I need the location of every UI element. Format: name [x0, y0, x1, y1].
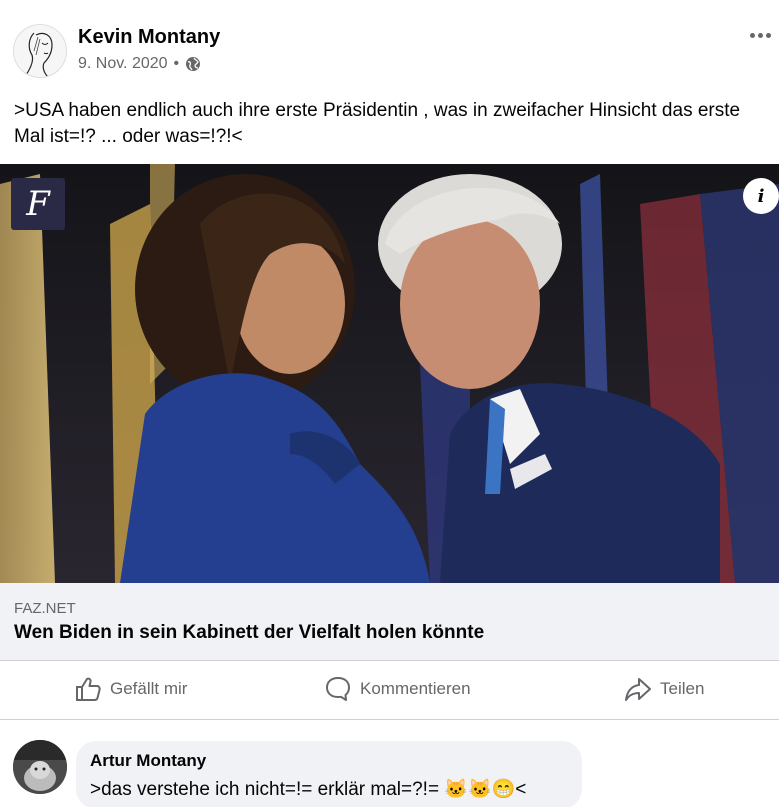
comment-label: Kommentieren [360, 679, 471, 698]
commenter-avatar-photo [13, 740, 67, 794]
share-button[interactable]: Teilen [624, 675, 704, 703]
author-avatar[interactable] [13, 24, 67, 78]
share-icon [625, 678, 651, 701]
like-button[interactable]: Gefällt mir [74, 675, 187, 703]
post-image[interactable] [0, 164, 779, 583]
link-preview[interactable]: FAZ.NET Wen Biden in sein Kabinett der V… [0, 583, 779, 660]
thumbs-up-icon [76, 677, 101, 701]
divider [0, 719, 779, 720]
post-author-name[interactable]: Kevin Montany [78, 26, 220, 49]
info-icon[interactable]: i [743, 178, 779, 214]
post-photo [0, 164, 779, 583]
like-label: Gefällt mir [110, 679, 188, 698]
comment-author[interactable]: Artur Montany [90, 751, 206, 771]
comment-button[interactable]: Kommentieren [324, 675, 471, 703]
commenter-avatar[interactable] [13, 740, 67, 794]
faz-logo: F [11, 178, 65, 230]
comment-text: >das verstehe ich nicht=!= erklär mal=?!… [90, 779, 527, 800]
post-date[interactable]: 9. Nov. 2020 [78, 55, 168, 73]
share-label: Teilen [660, 679, 705, 698]
post-header: Kevin Montany 9. Nov. 2020 • [0, 0, 779, 90]
action-bar: Gefällt mir Kommentieren Teilen [0, 661, 779, 719]
comment-icon [326, 677, 350, 701]
link-title[interactable]: Wen Biden in sein Kabinett der Vielfalt … [14, 622, 484, 644]
more-options-icon[interactable] [747, 22, 773, 48]
comment-bubble: Artur Montany >das verstehe ich nicht=!=… [76, 741, 582, 807]
post-meta: 9. Nov. 2020 • [78, 55, 201, 73]
post-text: >USA haben endlich auch ihre erste Präsi… [14, 100, 741, 147]
author-avatar-sketch [14, 25, 66, 77]
globe-icon[interactable] [185, 56, 201, 72]
meta-separator: • [173, 55, 180, 72]
link-domain: FAZ.NET [14, 600, 76, 617]
